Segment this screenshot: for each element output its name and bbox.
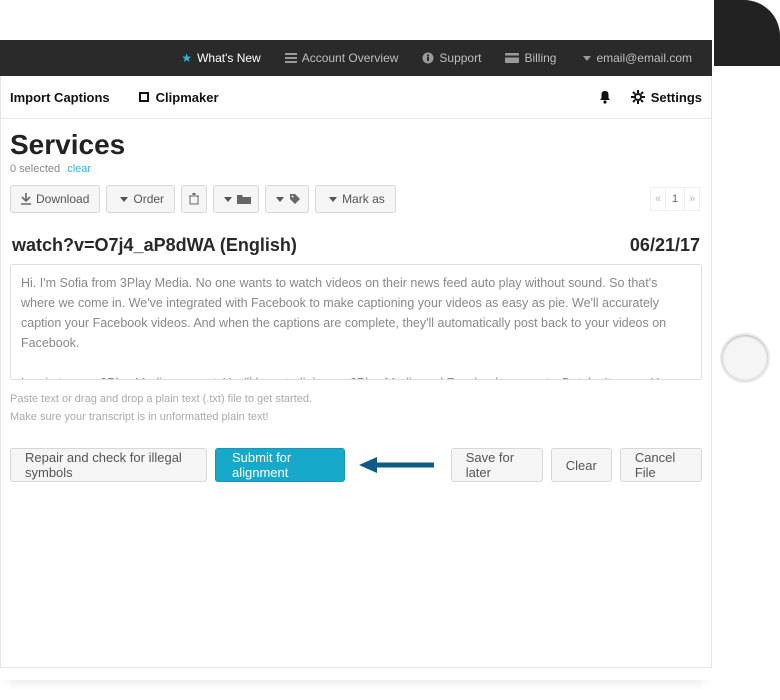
cancel-file-button[interactable]: Cancel File xyxy=(620,448,702,482)
nav-email-label: email@email.com xyxy=(596,51,692,65)
star-icon: ★ xyxy=(181,51,192,65)
action-row: Repair and check for illegal symbols Sub… xyxy=(10,448,702,482)
top-nav: ★ What's New Account Overview Support B xyxy=(0,40,712,76)
pager: « 1 » xyxy=(650,187,700,211)
page-title: Services xyxy=(10,129,702,161)
download-button[interactable]: Download xyxy=(10,185,100,213)
nav-account-overview[interactable]: Account Overview xyxy=(273,40,411,76)
trash-button[interactable] xyxy=(181,185,207,213)
nav-whats-new[interactable]: ★ What's New xyxy=(169,40,272,76)
subnav-clipmaker[interactable]: Clipmaker xyxy=(138,90,219,105)
callout-arrow-icon xyxy=(359,455,435,475)
nav-account-overview-label: Account Overview xyxy=(302,51,399,65)
submit-alignment-button[interactable]: Submit for alignment xyxy=(215,448,345,482)
info-icon xyxy=(422,52,434,64)
sub-nav: Import Captions Clipmaker xyxy=(0,76,712,119)
nav-account-email[interactable]: email@email.com xyxy=(568,40,704,76)
subnav-notifications[interactable] xyxy=(599,90,611,104)
shadow xyxy=(0,662,712,680)
nav-billing-label: Billing xyxy=(524,51,556,65)
download-icon xyxy=(21,193,31,205)
bell-icon xyxy=(599,90,611,104)
caret-down-icon xyxy=(329,197,337,202)
hint-line-1: Paste text or drag and drop a plain text… xyxy=(10,391,702,409)
selection-status: 0 selected clear xyxy=(10,163,702,175)
toolbar: Download Order xyxy=(10,185,702,213)
card-icon xyxy=(505,53,519,63)
order-button[interactable]: Order xyxy=(106,185,175,213)
trash-icon xyxy=(189,193,199,205)
clear-button[interactable]: Clear xyxy=(551,448,612,482)
subnav-settings[interactable]: Settings xyxy=(631,90,702,105)
clear-selection-link[interactable]: clear xyxy=(67,163,91,175)
file-panel: watch?v=O7j4_aP8dWA (English) 06/21/17 P… xyxy=(10,235,702,482)
app-screen: ★ What's New Account Overview Support B xyxy=(0,40,712,668)
save-later-button[interactable]: Save for later xyxy=(451,448,543,482)
nav-support-label: Support xyxy=(439,51,481,65)
list-icon xyxy=(285,53,297,63)
subnav-import-captions[interactable]: Import Captions xyxy=(10,90,110,105)
nav-support[interactable]: Support xyxy=(410,40,493,76)
download-label: Download xyxy=(36,192,89,206)
move-folder-button[interactable] xyxy=(213,185,259,213)
tag-button[interactable] xyxy=(265,185,309,213)
subnav-settings-label: Settings xyxy=(651,90,702,105)
tag-icon xyxy=(289,193,301,205)
selection-count: 0 selected xyxy=(10,163,60,175)
mark-as-button[interactable]: Mark as xyxy=(315,185,396,213)
subnav-import-captions-label: Import Captions xyxy=(10,90,110,105)
pager-next[interactable]: » xyxy=(684,187,700,211)
nav-whats-new-label: What's New xyxy=(197,51,261,65)
pager-prev[interactable]: « xyxy=(650,187,666,211)
bezel-corner xyxy=(714,0,780,66)
clip-icon xyxy=(138,91,150,103)
file-date: 06/21/17 xyxy=(630,235,700,256)
content-area: Services 0 selected clear Download Order xyxy=(0,119,712,490)
folder-icon xyxy=(237,194,251,204)
caret-down-icon xyxy=(120,197,128,202)
hint-line-2: Make sure your transcript is in unformat… xyxy=(10,409,702,427)
caret-down-icon xyxy=(224,197,232,202)
gear-icon xyxy=(631,90,645,104)
device-frame: ★ What's New Account Overview Support B xyxy=(0,0,780,700)
file-title: watch?v=O7j4_aP8dWA (English) xyxy=(12,235,297,256)
caret-down-icon xyxy=(583,56,591,61)
pager-current: 1 xyxy=(665,187,685,211)
hint-text: Paste text or drag and drop a plain text… xyxy=(10,391,702,426)
home-button[interactable] xyxy=(722,335,768,381)
transcript-textarea[interactable] xyxy=(10,264,702,380)
order-label: Order xyxy=(133,192,164,206)
caret-down-icon xyxy=(276,197,284,202)
nav-billing[interactable]: Billing xyxy=(493,40,568,76)
mark-as-label: Mark as xyxy=(342,192,385,206)
repair-button[interactable]: Repair and check for illegal symbols xyxy=(10,448,207,482)
subnav-clipmaker-label: Clipmaker xyxy=(156,90,219,105)
